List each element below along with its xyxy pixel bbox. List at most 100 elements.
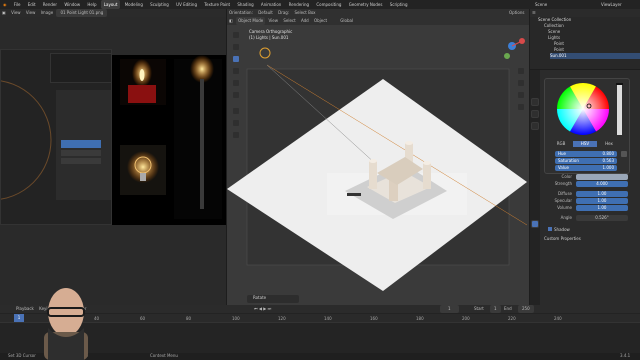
menu-render[interactable]: Render xyxy=(40,0,60,9)
tab-modeling[interactable]: Modeling xyxy=(122,0,146,9)
version-label: 3.4.1 xyxy=(620,353,631,358)
volume-label: Volume xyxy=(557,205,572,210)
editor-type-3d-icon[interactable]: ◧ xyxy=(227,17,235,25)
zoom-view-icon[interactable] xyxy=(517,67,525,75)
perspective-toggle-icon[interactable] xyxy=(517,103,525,111)
hue-field[interactable]: Hue 0.800 xyxy=(555,151,617,157)
saturation-label: Saturation xyxy=(558,158,579,163)
saturation-field[interactable]: Saturation 0.563 xyxy=(555,158,617,164)
value-label: Value xyxy=(558,165,569,170)
scene-selector[interactable]: Scene xyxy=(532,0,550,9)
tab-texture-paint[interactable]: Texture Paint xyxy=(201,0,233,9)
measure-tool-icon[interactable] xyxy=(232,119,240,127)
color-wheel[interactable] xyxy=(545,79,631,139)
eyedropper-icon[interactable] xyxy=(621,151,627,157)
viewport-header: ◧ Object Mode View Select Add Object Glo… xyxy=(227,17,529,25)
select-tool-icon[interactable] xyxy=(232,31,240,39)
view-layer-selector[interactable]: ViewLayer xyxy=(598,0,625,9)
object-properties-icon[interactable] xyxy=(531,122,539,130)
image-editor: ▣ View View Image 01 Point Light 01.png xyxy=(0,9,226,305)
image-editor-header: ▣ View View Image 01 Point Light 01.png xyxy=(0,9,226,17)
tick-240: 240 xyxy=(554,316,562,321)
render-properties-icon[interactable] xyxy=(531,110,539,118)
outliner-item-sun-selected[interactable]: Sun.001 xyxy=(550,53,640,59)
tab-uv-editing[interactable]: UV Editing xyxy=(173,0,200,9)
tab-hex[interactable]: Hex xyxy=(597,141,621,147)
drag-dropdown[interactable]: Select Box xyxy=(292,9,317,17)
tab-rendering[interactable]: Rendering xyxy=(286,0,312,9)
end-field[interactable]: 250 xyxy=(518,305,534,313)
viewport-object-menu[interactable]: Object xyxy=(312,17,329,25)
transform-orientation-dropdown[interactable]: Global xyxy=(338,17,355,25)
menu-help[interactable]: Help xyxy=(84,0,99,9)
blender-logo-icon[interactable]: ◉ xyxy=(0,0,10,9)
viewport-add-menu[interactable]: Add xyxy=(299,17,311,25)
annotate-tool-icon[interactable] xyxy=(232,107,240,115)
rotate-operator-label: Rotate xyxy=(253,295,267,300)
scale-tool-icon[interactable] xyxy=(232,79,240,87)
viewport-view-menu[interactable]: View xyxy=(267,17,281,25)
options-dropdown[interactable]: Options xyxy=(507,9,526,17)
volume-field[interactable]: 1.00 xyxy=(576,205,628,211)
rotate-operator-panel[interactable]: Rotate xyxy=(247,295,299,303)
tab-animation[interactable]: Animation xyxy=(258,0,284,9)
value-field[interactable]: Value 1.000 xyxy=(555,165,617,171)
tick-220: 220 xyxy=(508,316,516,321)
diffuse-field[interactable]: 1.00 xyxy=(576,191,628,197)
specular-field[interactable]: 1.00 xyxy=(576,198,628,204)
outliner-type-icon[interactable]: ☰ xyxy=(530,9,538,17)
color-label: Color xyxy=(561,174,572,179)
drag-label: Drag: xyxy=(278,10,290,15)
tab-scripting[interactable]: Scripting xyxy=(387,0,411,9)
tab-compositing[interactable]: Compositing xyxy=(313,0,344,9)
angle-field[interactable]: 0.526° xyxy=(576,215,628,221)
transform-tool-icon[interactable] xyxy=(232,91,240,99)
tab-hsv[interactable]: HSV xyxy=(573,141,597,147)
tab-shading[interactable]: Shading xyxy=(234,0,256,9)
current-frame-field[interactable]: 1 xyxy=(440,305,459,313)
shadow-checkbox[interactable] xyxy=(548,227,552,231)
3d-viewport[interactable]: Orientation: Default Drag: Select Box Op… xyxy=(227,9,529,305)
image-view-menu[interactable]: View xyxy=(9,9,23,17)
image-name-field[interactable]: 01 Point Light 01.png xyxy=(56,9,108,17)
light-reference-images xyxy=(120,55,222,219)
custom-properties-header[interactable]: Custom Properties xyxy=(544,236,581,242)
presenter-webcam xyxy=(44,288,88,360)
tab-geometry-nodes[interactable]: Geometry Nodes xyxy=(346,0,386,9)
viewport-select-menu[interactable]: Select xyxy=(281,17,297,25)
cursor-tool-icon[interactable] xyxy=(232,43,240,51)
color-picker-popup[interactable]: RGB HSV Hex Hue 0.800 Saturation 0.563 Value… xyxy=(544,78,630,174)
navigation-gizmo[interactable] xyxy=(497,31,527,61)
playback-menu[interactable]: Playback xyxy=(14,305,36,313)
shadow-checkbox-row[interactable]: Shadow xyxy=(548,227,570,233)
rotate-tool-icon[interactable] xyxy=(232,67,240,75)
image-menu[interactable]: Image xyxy=(39,9,56,17)
editor-type-icon[interactable]: ▣ xyxy=(0,9,8,17)
image-view-menu-2[interactable]: View xyxy=(24,9,38,17)
mode-dropdown[interactable]: Object Mode xyxy=(236,17,266,25)
add-cube-tool-icon[interactable] xyxy=(232,131,240,139)
camera-view-icon[interactable] xyxy=(517,91,525,99)
tab-layout[interactable]: Layout xyxy=(100,0,121,9)
orientation-dropdown[interactable]: Default xyxy=(256,9,275,17)
shadow-label: Shadow xyxy=(554,227,570,232)
scene-render[interactable] xyxy=(227,25,529,305)
playback-controls[interactable]: ⏮ ◀ ▶ ⏭ xyxy=(252,305,273,313)
color-mode-tabs: RGB HSV Hex xyxy=(549,141,627,147)
light-data-properties-icon[interactable] xyxy=(531,220,539,228)
strength-label: Strength xyxy=(554,181,572,186)
strength-field[interactable]: 4.000 xyxy=(576,181,628,187)
pan-view-icon[interactable] xyxy=(517,79,525,87)
menu-window[interactable]: Window xyxy=(61,0,83,9)
menu-edit[interactable]: Edit xyxy=(25,0,39,9)
color-swatch[interactable] xyxy=(576,174,628,180)
move-tool-icon[interactable] xyxy=(232,55,240,63)
playhead-frame-indicator[interactable]: 1 xyxy=(14,314,24,322)
tick-180: 180 xyxy=(416,316,424,321)
tab-sculpting[interactable]: Sculpting xyxy=(147,0,172,9)
start-field[interactable]: 1 xyxy=(490,305,501,313)
tab-rgb[interactable]: RGB xyxy=(549,141,573,147)
tick-80: 80 xyxy=(186,316,192,321)
menu-file[interactable]: File xyxy=(11,0,24,9)
tool-properties-icon[interactable] xyxy=(531,98,539,106)
